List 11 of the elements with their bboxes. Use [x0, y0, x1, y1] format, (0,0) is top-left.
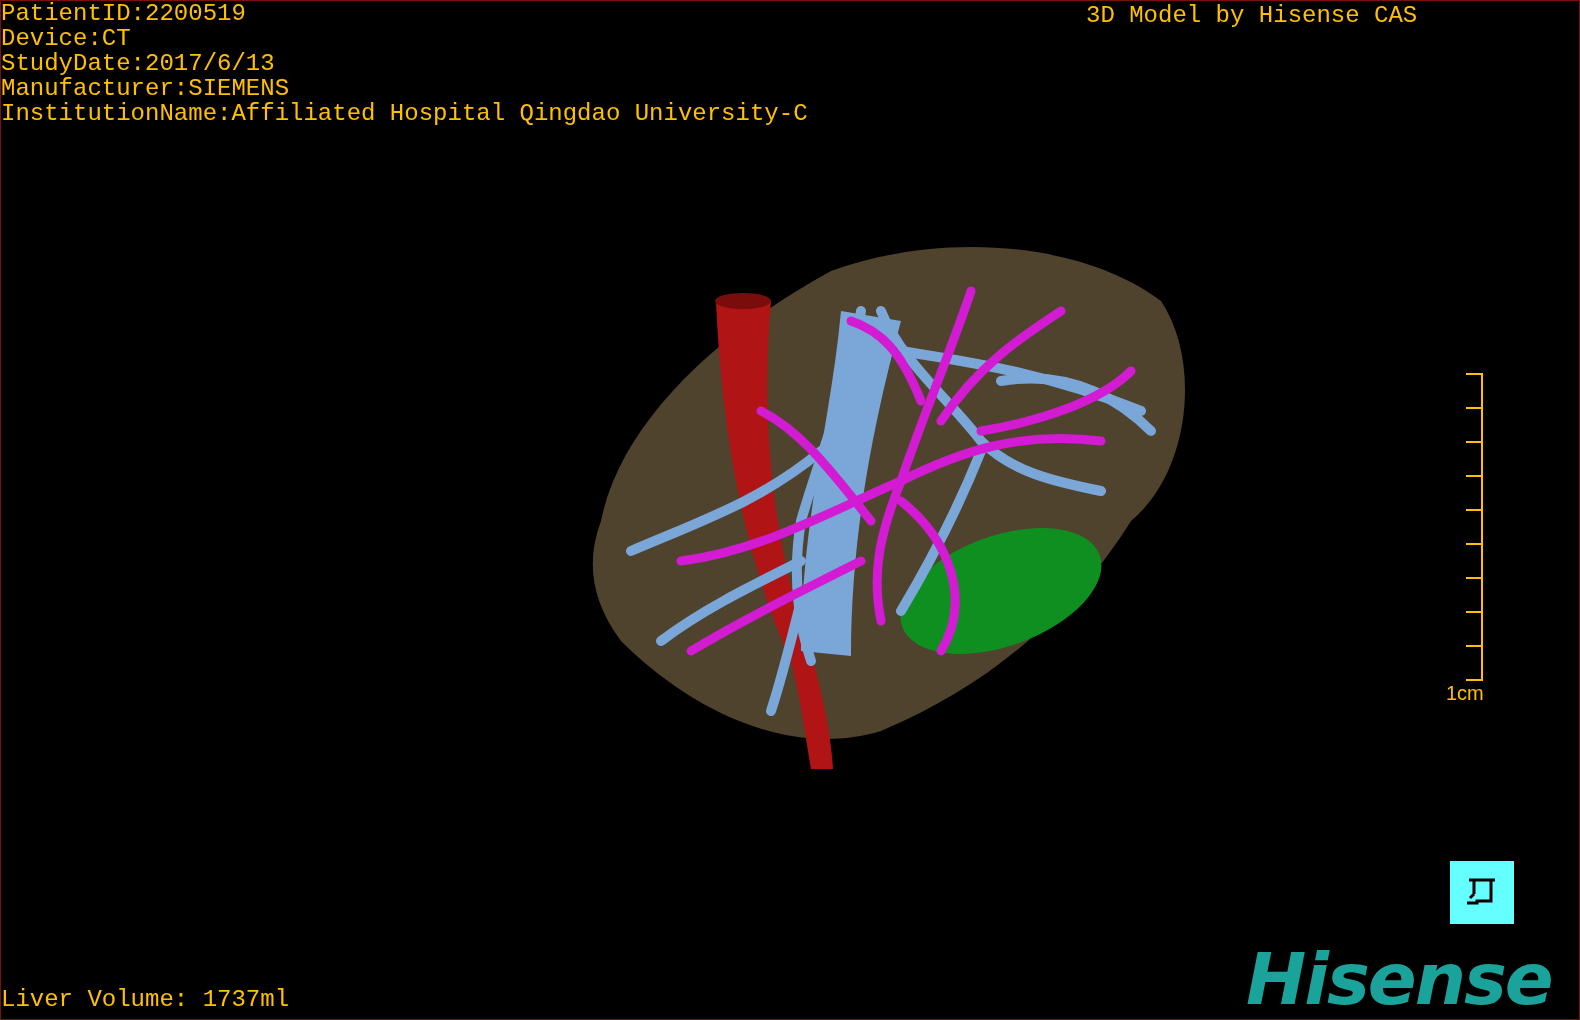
patient-info-text: StudyDate:2017/6/13 — [1, 51, 276, 76]
patient-info-text: PatientID:2200519 — [1, 1, 247, 26]
orientation-cube[interactable] — [1450, 861, 1514, 924]
patient-info-text: InstitutionName:Affiliated Hospital Qingdao University-C — [1, 101, 808, 126]
scale-bar-icon — [1463, 373, 1484, 681]
patient-info-text: Device:CT — [1, 26, 132, 51]
brand-logo: Hisense — [1246, 941, 1552, 1017]
scale-label: 1cm — [1446, 681, 1484, 705]
patient-info-text: Manufacturer:SIEMENS — [1, 76, 291, 101]
liver-volume-text: Liver Volume: 1737ml — [1, 985, 290, 1015]
viewer-title: 3D Model by Hisense CAS — [1086, 1, 1418, 31]
